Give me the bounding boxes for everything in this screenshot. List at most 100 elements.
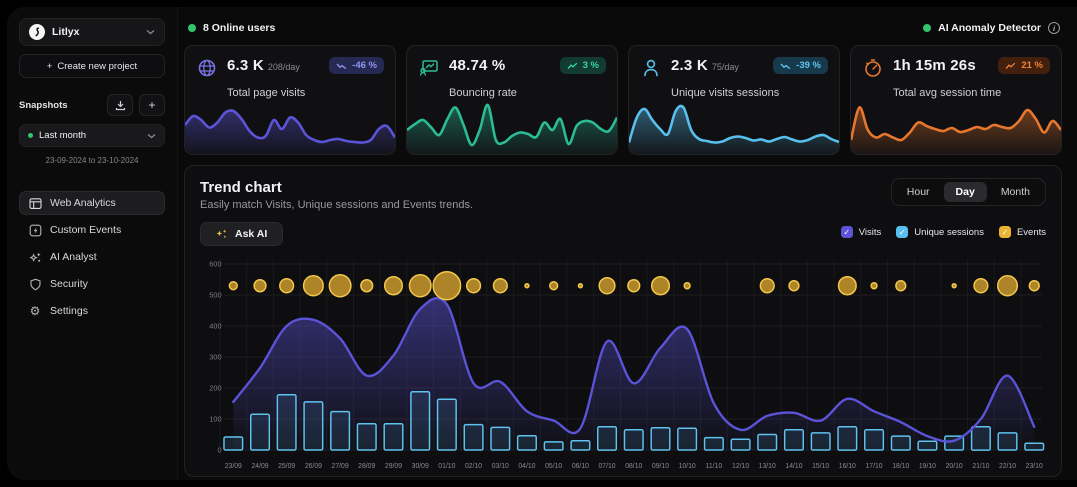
tab-month[interactable]: Month bbox=[989, 182, 1042, 202]
svg-text:400: 400 bbox=[209, 321, 221, 330]
ask-ai-label: Ask AI bbox=[235, 228, 267, 240]
trend-badge: 21 % bbox=[998, 57, 1050, 74]
trend-up-icon bbox=[567, 62, 578, 70]
events-bubble bbox=[493, 279, 507, 293]
events-bubble bbox=[652, 277, 670, 295]
events-bubble bbox=[229, 282, 237, 290]
stat-value: 1h 15m 26s bbox=[893, 57, 976, 74]
info-icon[interactable]: i bbox=[1048, 22, 1060, 34]
plus-icon: + bbox=[148, 98, 155, 112]
add-snapshot-button[interactable]: + bbox=[139, 94, 165, 116]
sidebar-item-custom-events[interactable]: Custom Events bbox=[19, 218, 165, 242]
legend-unique-sessions[interactable]: ✓ Unique sessions bbox=[896, 226, 984, 238]
svg-text:19/10: 19/10 bbox=[919, 463, 936, 470]
online-status-dot bbox=[188, 24, 196, 32]
legend-visits[interactable]: ✓ Visits bbox=[841, 226, 882, 238]
bounce-sparkline bbox=[407, 92, 617, 154]
stat-card-avg-session-time: 1h 15m 26s 21 % Total avg session time bbox=[850, 45, 1062, 155]
person-icon bbox=[640, 57, 662, 84]
unique-sessions-bar bbox=[678, 428, 697, 450]
svg-text:20/10: 20/10 bbox=[946, 463, 963, 470]
unique-sessions-bar bbox=[838, 427, 857, 450]
litlyx-logo-icon bbox=[29, 24, 45, 40]
session-time-sparkline bbox=[851, 92, 1061, 154]
active-snapshot-dot bbox=[28, 133, 33, 138]
create-project-button[interactable]: + Create new project bbox=[19, 54, 165, 78]
snapshots-label: Snapshots bbox=[19, 100, 101, 111]
svg-text:11/10: 11/10 bbox=[706, 463, 723, 470]
unique-sessions-bar bbox=[758, 435, 777, 451]
trend-down-icon bbox=[336, 62, 347, 70]
svg-text:14/10: 14/10 bbox=[785, 463, 802, 470]
svg-text:21/10: 21/10 bbox=[972, 463, 989, 470]
stat-cards-row: 6.3 K208/day -46 % Total page visits 48.… bbox=[184, 45, 1062, 155]
svg-text:24/09: 24/09 bbox=[251, 463, 268, 470]
sidebar: Litlyx + Create new project Snapshots + … bbox=[7, 7, 178, 480]
sidebar-item-settings[interactable]: ⚙ Settings bbox=[19, 299, 165, 323]
export-snapshot-button[interactable] bbox=[107, 94, 133, 116]
events-bubble bbox=[525, 284, 529, 288]
svg-text:22/10: 22/10 bbox=[999, 463, 1016, 470]
events-bubble bbox=[1029, 281, 1039, 291]
svg-text:18/10: 18/10 bbox=[892, 463, 909, 470]
stat-per-day: 75/day bbox=[712, 62, 739, 72]
unique-sessions-bar bbox=[464, 425, 483, 450]
stat-card-unique-sessions: 2.3 K75/day -39 % Unique visits sessions bbox=[628, 45, 840, 155]
globe-icon bbox=[196, 57, 218, 84]
svg-text:08/10: 08/10 bbox=[625, 463, 642, 470]
tab-day[interactable]: Day bbox=[944, 182, 987, 202]
svg-text:28/09: 28/09 bbox=[358, 463, 375, 470]
svg-text:200: 200 bbox=[209, 383, 221, 392]
bounce-board-icon bbox=[418, 57, 440, 84]
unique-sessions-bar bbox=[411, 392, 430, 450]
shield-icon bbox=[28, 278, 42, 291]
legend-events[interactable]: ✓ Events bbox=[999, 226, 1046, 238]
sidebar-item-security[interactable]: Security bbox=[19, 272, 165, 296]
download-icon bbox=[115, 100, 126, 111]
svg-text:03/10: 03/10 bbox=[492, 463, 509, 470]
unique-sessions-bar bbox=[384, 424, 403, 450]
tab-hour[interactable]: Hour bbox=[895, 182, 942, 202]
svg-text:13/10: 13/10 bbox=[759, 463, 776, 470]
events-bubble bbox=[952, 284, 956, 288]
events-bubble bbox=[628, 280, 640, 292]
sidebar-item-label: Settings bbox=[50, 305, 88, 317]
sidebar-item-web-analytics[interactable]: Web Analytics bbox=[19, 191, 165, 215]
events-bubble bbox=[329, 275, 351, 297]
svg-text:23/09: 23/09 bbox=[225, 463, 242, 470]
svg-text:26/09: 26/09 bbox=[305, 463, 322, 470]
unique-sessions-bar bbox=[972, 427, 991, 450]
trend-badge: 3 % bbox=[560, 57, 606, 74]
plus-icon: + bbox=[47, 61, 53, 72]
visits-checkbox[interactable]: ✓ bbox=[841, 226, 853, 238]
svg-text:100: 100 bbox=[209, 414, 221, 423]
snapshot-select[interactable]: Last month bbox=[19, 124, 165, 147]
svg-text:600: 600 bbox=[209, 259, 221, 268]
unique-sessions-bar bbox=[357, 424, 376, 450]
trend-badge: -46 % bbox=[329, 57, 384, 74]
unique-sessions-bar bbox=[491, 427, 510, 450]
ai-sparkle-icon bbox=[216, 228, 228, 240]
events-bubble bbox=[599, 278, 615, 294]
trend-chart-plot[interactable]: 010020030040050060023/0924/0925/0926/092… bbox=[200, 254, 1046, 480]
ask-ai-button[interactable]: Ask AI bbox=[200, 222, 283, 246]
online-users: 8 Online users bbox=[188, 22, 275, 34]
sidebar-item-ai-analyst[interactable]: AI Analyst bbox=[19, 245, 165, 269]
svg-text:29/09: 29/09 bbox=[385, 463, 402, 470]
chevron-down-icon bbox=[147, 133, 156, 139]
svg-text:25/09: 25/09 bbox=[278, 463, 295, 470]
browser-window-icon bbox=[28, 197, 42, 210]
gear-icon: ⚙ bbox=[28, 304, 42, 318]
events-bubble bbox=[998, 276, 1018, 296]
svg-text:02/10: 02/10 bbox=[465, 463, 482, 470]
unique-sessions-bar bbox=[598, 427, 617, 450]
project-selector[interactable]: Litlyx bbox=[19, 18, 165, 46]
unique-sessions-checkbox[interactable]: ✓ bbox=[896, 226, 908, 238]
visits-sparkline bbox=[185, 92, 395, 154]
project-name: Litlyx bbox=[52, 26, 79, 38]
main-content: 8 Online users AI Anomaly Detector i 6.3… bbox=[178, 7, 1077, 480]
events-checkbox[interactable]: ✓ bbox=[999, 226, 1011, 238]
unique-sessions-bar bbox=[224, 437, 243, 450]
sparkles-icon bbox=[28, 251, 42, 264]
snapshot-selected-value: Last month bbox=[39, 130, 86, 141]
